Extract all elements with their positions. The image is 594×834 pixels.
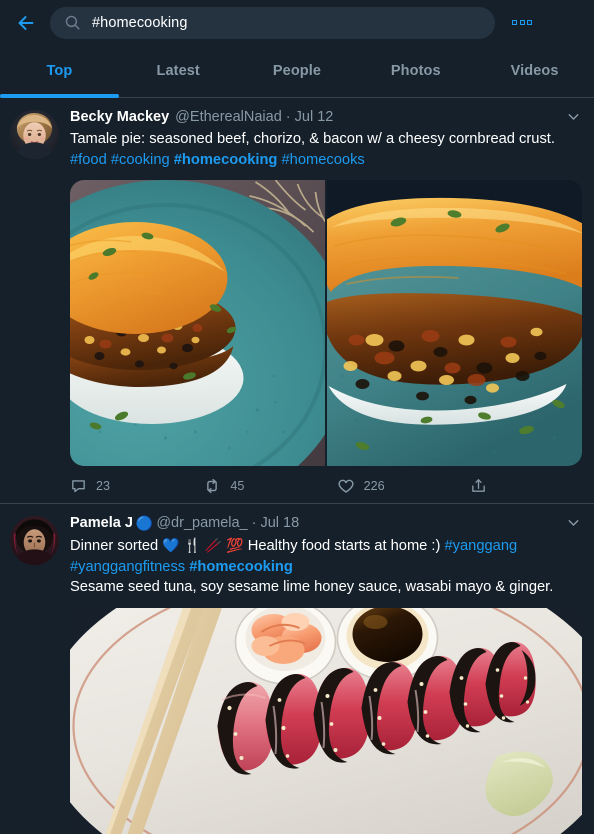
tweet-text-emoji-run: 💙 🍴 🥢 💯 <box>162 537 244 553</box>
more-horizontal-icon-dot-2 <box>519 20 525 25</box>
retweet-icon <box>203 477 221 495</box>
tweet-author-name[interactable]: Pamela J <box>70 514 133 533</box>
heart-icon <box>337 477 355 495</box>
more-options-button[interactable] <box>507 8 537 38</box>
tab-top-label: Top <box>46 63 73 79</box>
like-button[interactable]: 226 <box>337 477 470 495</box>
tab-people[interactable]: People <box>238 45 357 97</box>
like-count: 226 <box>363 478 385 493</box>
more-horizontal-icon-dot-1 <box>512 20 517 25</box>
hashtag-food[interactable]: #food <box>70 152 107 168</box>
hashtag-yanggangfitness[interactable]: #yanggangfitness <box>70 559 185 575</box>
tweet-media-grid <box>70 180 582 466</box>
tweet-body: Becky Mackey @EtherealNaiad · Jul 12 Tam… <box>59 108 582 503</box>
reply-count: 23 <box>96 478 111 493</box>
tweet-item[interactable]: Becky Mackey @EtherealNaiad · Jul 12 Tam… <box>0 98 594 504</box>
tweet-header: Pamela J 🔵 @dr_pamela_ · Jul 18 <box>70 514 582 534</box>
tab-top[interactable]: Top <box>0 45 119 98</box>
tweet-text: Dinner sorted 💙 🍴 🥢 💯 Healthy food start… <box>70 535 582 598</box>
arrow-left-icon <box>15 12 37 34</box>
tweet-header-separator: · <box>251 515 257 531</box>
search-input[interactable]: #homecooking <box>50 6 495 39</box>
twitter-search-results-screen: #homecooking Top Latest People Photos Vi… <box>0 0 594 834</box>
tweet-overflow-caret[interactable] <box>560 514 582 534</box>
tab-latest-label: Latest <box>156 63 200 79</box>
tab-photos[interactable]: Photos <box>356 45 475 97</box>
tweet-action-bar: 23 45 226 <box>70 468 582 503</box>
tweet-text-prefix: Dinner sorted <box>70 538 163 554</box>
tweet-author-handle[interactable]: @EtherealNaiad <box>175 108 282 127</box>
tweet-body: Pamela J 🔵 @dr_pamela_ · Jul 18 Dinner s… <box>59 514 582 834</box>
tweet-header-separator: · <box>285 109 291 125</box>
search-icon <box>64 14 81 31</box>
tweet-text-line-1: Tamale pie: seasoned beef, chorizo, & ba… <box>70 131 555 147</box>
tweet-text-suffix: Healthy food starts at home :) <box>243 538 445 554</box>
hashtag-homecooking[interactable]: #homecooking <box>189 559 293 575</box>
hashtag-homecooking[interactable]: #homecooking <box>174 152 278 168</box>
tweet-avatar-column <box>10 108 59 503</box>
tweet-avatar-column <box>10 514 59 834</box>
reply-icon <box>70 477 87 494</box>
tab-latest[interactable]: Latest <box>119 45 238 97</box>
tab-videos-label: Videos <box>510 63 559 79</box>
avatar-becky-mackey[interactable] <box>10 110 59 159</box>
tab-people-label: People <box>272 63 322 79</box>
search-tabs: Top Latest People Photos Videos <box>0 45 594 98</box>
tweet-author-handle[interactable]: @dr_pamela_ <box>156 514 247 533</box>
tab-photos-label: Photos <box>390 63 441 79</box>
photo-seared-sesame-tuna[interactable] <box>70 607 582 834</box>
photo-tamale-pie-plated[interactable] <box>70 180 325 466</box>
tweet-text: Tamale pie: seasoned beef, chorizo, & ba… <box>70 129 582 170</box>
share-icon <box>470 477 487 494</box>
retweet-count: 45 <box>230 478 245 493</box>
tweet-author-name[interactable]: Becky Mackey <box>70 108 169 127</box>
tweet-text-line-2: Sesame seed tuna, soy sesame lime honey … <box>70 579 554 595</box>
photo-tamale-pie-closeup[interactable] <box>327 180 582 466</box>
tweet-date[interactable]: Jul 12 <box>295 108 334 127</box>
tweet-overflow-caret[interactable] <box>560 108 582 128</box>
retweet-button[interactable]: 45 <box>203 477 336 495</box>
avatar-pamela-j[interactable] <box>10 516 59 565</box>
tweet-item[interactable]: Pamela J 🔵 @dr_pamela_ · Jul 18 Dinner s… <box>0 504 594 834</box>
share-button[interactable] <box>470 477 530 494</box>
back-button[interactable] <box>8 5 44 41</box>
hashtag-cooking[interactable]: #cooking <box>111 152 170 168</box>
search-input-value: #homecooking <box>92 14 188 31</box>
more-horizontal-icon-dot-3 <box>527 20 532 25</box>
tweet-header: Becky Mackey @EtherealNaiad · Jul 12 <box>70 108 582 128</box>
tweet-media-single <box>70 607 582 834</box>
reply-button[interactable]: 23 <box>70 477 203 494</box>
tweet-date[interactable]: Jul 18 <box>260 514 299 533</box>
hashtag-homecooks[interactable]: #homecooks <box>282 152 365 168</box>
tab-videos[interactable]: Videos <box>475 45 594 97</box>
blue-circle-emoji: 🔵 <box>135 515 154 531</box>
top-search-bar: #homecooking <box>0 0 594 45</box>
hashtag-yanggang[interactable]: #yanggang <box>444 538 517 554</box>
